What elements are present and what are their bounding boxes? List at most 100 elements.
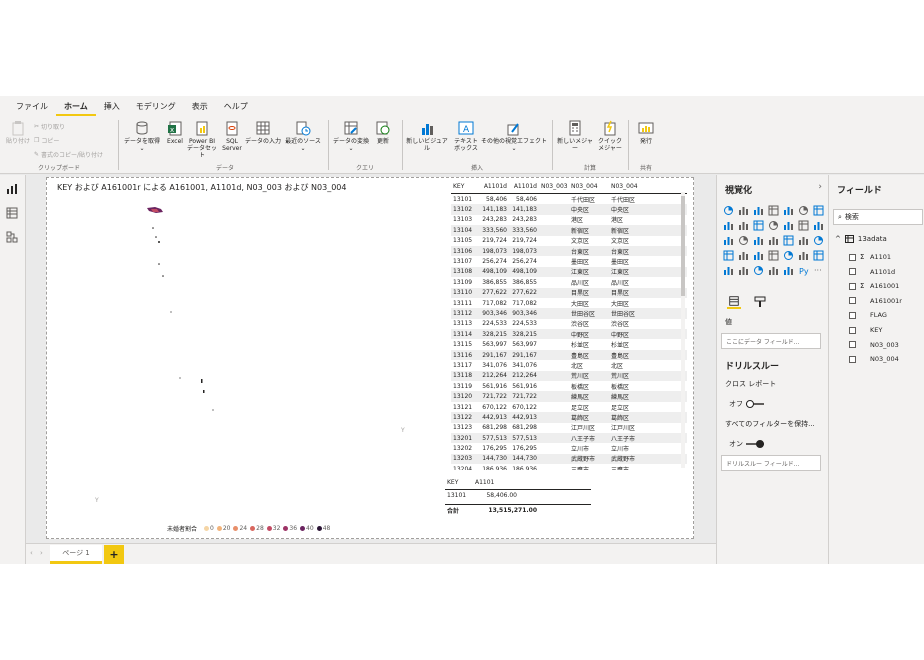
table-row[interactable]: 13123 681,298 681,298 江戸川区 江戸川区 [451, 423, 687, 433]
paint-roller-icon[interactable] [753, 295, 767, 309]
column-header[interactable]: N03_003 [537, 183, 568, 190]
table-node[interactable]: ^ 13adata [835, 235, 887, 243]
filled-map-visual[interactable]: Y Y [51, 196, 441, 532]
column-header[interactable]: N03_004 [607, 183, 651, 190]
visual-type-icon[interactable] [768, 265, 779, 276]
table-row[interactable]: 13118 212,264 212,264 荒川区 荒川区 [451, 370, 687, 382]
visual-type-icon[interactable] [783, 235, 794, 246]
table-row[interactable]: 13102 141,183 141,183 中央区 中央区 [451, 204, 687, 215]
data-table[interactable]: KEY A1101d A1101d N03_003 N03_004 N03_00… [451, 180, 687, 470]
field-item[interactable]: A1101d [849, 268, 895, 276]
table-row[interactable]: 13104 333,560 333,560 新宿区 新宿区 [451, 225, 687, 236]
new-visual-button[interactable]: 新しいビジュアル [404, 120, 450, 152]
table-row[interactable]: 13101 58,406.00 [445, 490, 591, 500]
keep-filters-toggle[interactable]: オン [729, 439, 764, 449]
menu-item[interactable]: ヘルプ [216, 101, 256, 116]
visual-type-icon[interactable] [783, 250, 794, 261]
table-row[interactable]: 13109 386,855 386,855 品川区 品川区 [451, 277, 687, 287]
field-checkbox[interactable] [849, 297, 856, 305]
column-header[interactable]: A1101d [507, 183, 537, 190]
visual-type-icon[interactable] [723, 235, 734, 246]
format-painter-button[interactable]: ✎ 書式のコピー/貼り付け [34, 150, 103, 159]
field-item[interactable]: A161001r [849, 297, 902, 305]
more-visuals-button[interactable]: その他の視覚エフェクト ⌄ [480, 120, 548, 152]
chevron-right-icon[interactable]: › [818, 182, 822, 192]
visual-type-icon[interactable] [813, 250, 824, 261]
values-dropzone[interactable]: ここにデータ フィールド... [721, 333, 821, 349]
visual-type-icon[interactable] [798, 205, 809, 216]
visual-type-icon[interactable] [813, 205, 824, 216]
table-row[interactable]: 13204 186,936 186,936 三鷹市三鷹市 [451, 464, 687, 470]
field-checkbox[interactable] [849, 326, 856, 334]
field-checkbox[interactable] [849, 253, 856, 261]
visual-type-icon[interactable] [813, 235, 824, 246]
recent-sources-button[interactable]: 最近のソース ⌄ [282, 120, 324, 152]
visual-type-icon[interactable] [768, 250, 779, 261]
visual-type-icon[interactable] [723, 220, 734, 231]
more-options-icon[interactable]: ··· [813, 265, 824, 276]
table-row[interactable]: 13116 291,167 291,167 豊島区 豊島区 [451, 349, 687, 361]
table-row[interactable]: 13115 563,997 563,997 杉並区 杉並区 [451, 339, 687, 349]
field-item[interactable]: N03_004 [849, 355, 899, 363]
field-checkbox[interactable] [849, 341, 856, 349]
new-measure-button[interactable]: 新しいメジャー [556, 120, 594, 152]
table-scrollbar[interactable] [681, 192, 685, 468]
table-row[interactable]: 13105 219,724 219,724 文京区 文京区 [451, 236, 687, 246]
visual-type-icon[interactable] [768, 220, 779, 231]
column-header[interactable]: KEY [451, 183, 477, 190]
refresh-button[interactable]: 更新 [372, 120, 394, 145]
menu-item[interactable]: 挿入 [96, 101, 128, 116]
table-row[interactable]: 13111 717,082 717,082 大田区 大田区 [451, 298, 687, 308]
table-row[interactable]: 13119 561,916 561,916 板橋区 板橋区 [451, 381, 687, 391]
field-item[interactable]: FLAG [849, 311, 887, 319]
table-row[interactable]: 13117 341,076 341,076 北区 北区 [451, 360, 687, 370]
table-row[interactable]: 13120 721,722 721,722 練馬区 練馬区 [451, 391, 687, 402]
visual-type-icon[interactable]: Py [798, 265, 809, 276]
field-checkbox[interactable] [849, 268, 856, 276]
chevron-left-icon[interactable]: ‹ [30, 549, 33, 557]
visual-type-icon[interactable] [783, 205, 794, 216]
fields-well-icon[interactable] [727, 295, 741, 309]
field-search-input[interactable]: ⌕ 検索 [833, 209, 923, 225]
visual-type-icon[interactable] [768, 205, 779, 216]
publish-button[interactable]: 発行 [634, 120, 658, 145]
table-row[interactable]: 13202 176,295 176,295 立川市 立川市 [451, 443, 687, 453]
table-row[interactable]: 13103 243,283 243,283 港区 港区 [451, 215, 687, 225]
column-header[interactable]: A1101 [475, 479, 515, 486]
column-header[interactable]: N03_004 [567, 183, 607, 190]
table-row[interactable]: 13203 144,730 144,730 武蔵野市 武蔵野市 [451, 453, 687, 465]
table-row[interactable]: 13121 670,122 670,122 足立区 足立区 [451, 402, 687, 412]
visual-type-icon[interactable] [723, 205, 734, 216]
visual-type-icon[interactable] [798, 220, 809, 231]
table-row[interactable]: 13110 277,622 277,622 目黒区 目黒区 [451, 287, 687, 298]
visual-type-icon[interactable] [753, 265, 764, 276]
visual-type-icon[interactable] [768, 235, 779, 246]
report-view-icon[interactable] [6, 183, 18, 195]
visual-type-icon[interactable] [723, 265, 734, 276]
powerbi-dataset-button[interactable]: Power BI データセット [186, 120, 218, 159]
scrollbar-thumb[interactable] [681, 196, 685, 296]
column-header[interactable]: KEY [445, 479, 475, 486]
visual-type-icon[interactable] [723, 250, 734, 261]
visual-type-icon[interactable] [738, 235, 749, 246]
cross-report-toggle[interactable]: オフ [729, 399, 764, 409]
visual-type-icon[interactable] [738, 265, 749, 276]
paste-button[interactable]: 貼り付け [6, 120, 30, 145]
get-data-button[interactable]: データを取得 ⌄ [122, 120, 162, 152]
visual-type-icon[interactable] [783, 220, 794, 231]
field-checkbox[interactable] [849, 282, 856, 290]
visual-type-icon[interactable] [813, 220, 824, 231]
chevron-right-icon[interactable]: › [40, 549, 43, 557]
table-row[interactable]: 13108 498,109 498,109 江東区 江東区 [451, 266, 687, 278]
field-checkbox[interactable] [849, 355, 856, 363]
table-row[interactable]: 13101 58,406 58,406 千代田区 千代田区 [451, 194, 687, 204]
table-row[interactable]: 13113 224,533 224,533 渋谷区 渋谷区 [451, 319, 687, 329]
cut-button[interactable]: ✂ 切り取り [34, 122, 65, 131]
summary-table[interactable]: KEY A1101 13101 58,406.00 合計 13,515,271.… [445, 476, 591, 516]
enter-data-button[interactable]: データの入力 [244, 120, 282, 145]
column-header[interactable]: A1101d [477, 183, 507, 190]
data-view-icon[interactable] [6, 207, 18, 219]
transform-data-button[interactable]: データの変換 ⌄ [332, 120, 370, 152]
page-tab[interactable]: ページ 1 [50, 545, 102, 564]
table-row[interactable]: 13114 328,215 328,215 中野区 中野区 [451, 329, 687, 340]
